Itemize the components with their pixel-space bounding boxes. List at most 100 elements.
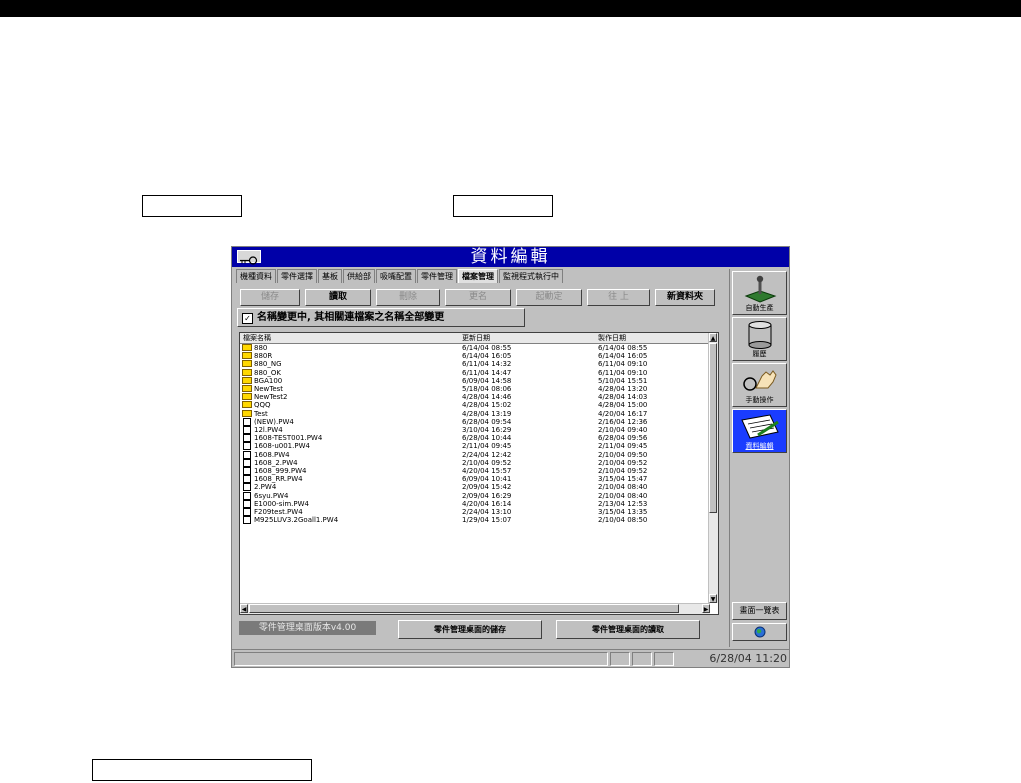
file-name-cell: 1608_999.PW4 <box>254 467 307 475</box>
updated-date-cell: 1/29/04 15:07 <box>462 516 512 525</box>
auto-production-button[interactable]: 自動生產 <box>732 271 787 315</box>
new-folder-button[interactable]: 新資料夾 <box>655 289 715 306</box>
file-name-cell: 1608-u001.PW4 <box>254 442 310 451</box>
folder-row[interactable]: QQQ 4/28/04 15:02 4/28/04 15:00 <box>240 401 710 409</box>
created-date-cell: 4/20/04 16:17 <box>598 409 648 418</box>
folder-row[interactable]: 880 6/14/04 08:55 6/14/04 08:55 <box>240 344 710 352</box>
updated-date-cell: 5/18/04 08:06 <box>462 385 512 393</box>
folder-row[interactable]: Test 4/28/04 13:19 4/20/04 16:17 <box>240 409 710 418</box>
rename-linked-checkbox[interactable]: ✓ <box>242 313 253 324</box>
file-row[interactable]: 12l.PW4 3/10/04 16:29 2/10/04 09:40 <box>240 426 710 434</box>
scroll-right-arrow-icon[interactable]: ▶ <box>702 604 710 613</box>
file-row[interactable]: E1000-sim.PW4 4/20/04 16:14 2/13/04 12:53 <box>240 499 710 508</box>
load-desktop-button[interactable]: 零件管理桌面的讀取 <box>556 620 700 639</box>
file-icon <box>243 508 251 516</box>
updated-date-cell: 4/20/04 16:14 <box>462 499 512 508</box>
file-row[interactable]: 6syu.PW4 2/09/04 16:29 2/10/04 08:40 <box>240 491 710 500</box>
created-date-cell: 6/11/04 09:10 <box>598 368 648 377</box>
file-row[interactable]: 1608-TEST001.PW4 6/28/04 10:44 6/28/04 09:… <box>240 434 710 443</box>
folder-row[interactable]: NewTest2 4/28/04 14:46 4/28/04 14:03 <box>240 393 710 401</box>
file-icon <box>243 442 251 451</box>
file-name-cell: 880 <box>254 344 268 352</box>
app-window: 資料編輯 機種資料 零件選擇 基板 供給部 吸嘴配置 零件管理 檔案管理 監視程… <box>231 246 790 668</box>
tab-part-selection[interactable]: 零件選擇 <box>277 269 317 283</box>
created-date-cell: 6/14/04 08:55 <box>598 344 648 352</box>
file-list[interactable]: 檔案名稱 更新日期 製作日期 880 6/14/04 08:55 6/14/04 0… <box>239 332 719 615</box>
file-row[interactable]: M925LUV3.2Goall1.PW4 1/29/04 15:07 2/10/04… <box>240 516 710 525</box>
file-name-cell: 880R <box>254 352 273 361</box>
tab-part-management[interactable]: 零件管理 <box>417 269 457 283</box>
folder-row[interactable]: BGA100 6/09/04 14:58 5/10/04 15:51 <box>240 376 710 385</box>
manual-operation-button[interactable]: 手動操作 <box>732 363 787 407</box>
status-clock: 6/28/04 11:20 <box>709 652 787 665</box>
scroll-down-arrow-icon[interactable]: ▼ <box>709 594 717 603</box>
file-icon <box>243 450 251 459</box>
folder-icon <box>242 393 252 401</box>
created-date-cell: 4/28/04 14:03 <box>598 393 648 402</box>
rename-linked-label: 名稱變更中, 其相關連檔案之名稱全部變更 <box>257 312 445 323</box>
save-desktop-button[interactable]: 零件管理桌面的儲存 <box>398 620 542 639</box>
up-button[interactable]: 往 上 <box>587 289 650 306</box>
file-row[interactable]: 1608.PW4 2/24/04 12:42 2/10/04 09:50 <box>240 450 710 459</box>
tab-feeder[interactable]: 供給部 <box>343 269 375 283</box>
history-button[interactable]: 履歷 <box>732 317 787 361</box>
file-list-header: 檔案名稱 更新日期 製作日期 <box>240 333 710 344</box>
horizontal-scrollbar[interactable]: ◀ ▶ <box>240 603 710 614</box>
scroll-up-arrow-icon[interactable]: ▲ <box>709 333 717 342</box>
header-created-date[interactable]: 製作日期 <box>598 333 626 343</box>
header-file-name[interactable]: 檔案名稱 <box>243 333 271 343</box>
globe-button[interactable] <box>732 623 787 641</box>
file-row[interactable]: 1608_RR.PW4 6/09/04 10:41 3/15/04 15:47 <box>240 475 710 484</box>
updated-date-cell: 6/14/04 08:55 <box>462 344 512 352</box>
tab-monitor-running[interactable]: 監視程式執行中 <box>499 269 563 283</box>
file-row[interactable]: 1608-u001.PW4 2/11/04 09:45 2/11/04 09:45 <box>240 442 710 451</box>
file-icon <box>243 434 251 443</box>
created-date-cell: 5/10/04 15:51 <box>598 376 648 385</box>
rename-button[interactable]: 更名 <box>445 289 511 306</box>
scroll-left-arrow-icon[interactable]: ◀ <box>240 604 248 613</box>
load-button[interactable]: 讀取 <box>305 289 371 306</box>
folder-row[interactable]: 880_NG 6/11/04 14:32 6/11/04 09:10 <box>240 360 710 368</box>
file-row[interactable]: F209test.PW4 2/24/04 13:10 3/15/04 13:35 <box>240 508 710 516</box>
vertical-scrollbar[interactable]: ▲ ▼ <box>708 333 718 603</box>
screen-list-button[interactable]: 畫面一覽表 <box>732 602 787 620</box>
tab-board[interactable]: 基板 <box>318 269 342 283</box>
file-row[interactable]: 1608_999.PW4 4/20/04 15:57 2/10/04 09:52 <box>240 467 710 475</box>
rename-linked-option[interactable]: ✓ 名稱變更中, 其相關連檔案之名稱全部變更 <box>237 308 525 327</box>
blank-box-3 <box>92 759 312 781</box>
file-name-cell: Test <box>254 409 268 418</box>
folder-icon <box>242 401 252 409</box>
top-rule <box>0 0 1021 17</box>
manual-operation-label: 手動操作 <box>745 396 774 404</box>
startup-button[interactable]: 起動定 <box>516 289 582 306</box>
file-name-cell: NewTest2 <box>254 393 288 402</box>
file-name-cell: 880_NG <box>254 360 282 369</box>
tab-file-management[interactable]: 檔案管理 <box>458 269 498 283</box>
file-name-cell: 1608.PW4 <box>254 450 290 459</box>
save-button[interactable]: 儲存 <box>240 289 300 306</box>
tab-machine-data[interactable]: 機種資料 <box>236 269 276 283</box>
file-row[interactable]: 2.PW4 2/09/04 15:42 2/10/04 08:40 <box>240 483 710 492</box>
header-updated-date[interactable]: 更新日期 <box>462 333 490 343</box>
file-row[interactable]: (NEW).PW4 6/28/04 09:54 2/16/04 12:36 <box>240 417 710 426</box>
folder-row[interactable]: 880R 6/14/04 16:05 6/14/04 16:05 <box>240 352 710 360</box>
tab-nozzle-layout[interactable]: 吸嘴配置 <box>376 269 416 283</box>
created-date-cell: 3/15/04 13:35 <box>598 508 648 516</box>
horizontal-scroll-thumb[interactable] <box>249 604 679 613</box>
folder-row[interactable]: NewTest 5/18/04 08:06 4/28/04 13:20 <box>240 385 710 393</box>
data-edit-button[interactable]: 資料編輯 <box>732 409 787 453</box>
file-row[interactable]: 1608_2.PW4 2/10/04 09:52 2/10/04 09:52 <box>240 458 710 467</box>
file-name-cell: BGA100 <box>254 376 283 385</box>
updated-date-cell: 6/28/04 09:54 <box>462 417 512 426</box>
hand-icon <box>742 370 777 391</box>
folder-row[interactable]: 880_OK 6/11/04 14:47 6/11/04 09:10 <box>240 368 710 377</box>
folder-icon <box>242 409 252 417</box>
created-date-cell: 6/28/04 09:56 <box>598 434 648 443</box>
folder-icon <box>242 344 252 351</box>
status-segment-2 <box>632 652 652 666</box>
vertical-scroll-thumb[interactable] <box>709 343 717 513</box>
file-name-cell: 1608_RR.PW4 <box>254 475 303 484</box>
folder-icon <box>242 385 252 392</box>
file-name-cell: 880_OK <box>254 368 281 377</box>
delete-button[interactable]: 刪除 <box>376 289 440 306</box>
